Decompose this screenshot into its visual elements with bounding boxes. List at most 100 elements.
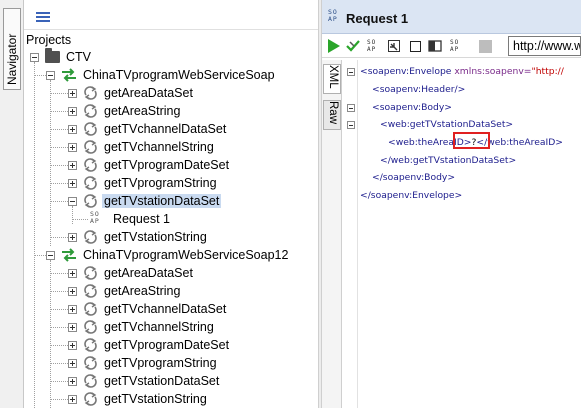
tree-operation-label: getAreaString	[104, 284, 181, 298]
expand-icon[interactable]	[68, 358, 77, 368]
add-assertion-button[interactable]	[346, 39, 360, 53]
xml-attr: xmlns:soapenv=	[451, 66, 532, 77]
tree-operation[interactable]: getTVstationString	[68, 228, 209, 246]
collapse-icon[interactable]	[68, 196, 77, 206]
tree-connector	[50, 309, 68, 310]
operation-cycle-icon	[83, 230, 98, 244]
tree-connector	[50, 399, 68, 400]
tree-operation[interactable]: getTVprogramDateSet	[68, 336, 231, 354]
request-toolbar: SO AP SO AP http://www.w	[322, 34, 581, 58]
tree-interface-label: ChinaTVprogramWebServiceSoap12	[83, 248, 289, 262]
operation-cycle-icon	[83, 122, 98, 136]
soap-settings-icon[interactable]: SO AP	[367, 39, 381, 53]
tree-operation[interactable]: getTVstationDataSet	[68, 372, 221, 390]
tree-connector	[50, 237, 68, 238]
tree-operation-label: getTVstationString	[104, 392, 207, 406]
expand-icon[interactable]	[68, 232, 77, 242]
editor-side-tabs: XML Raw	[322, 60, 342, 408]
xml-attr-value: "http://	[531, 66, 564, 77]
expand-icon[interactable]	[68, 268, 77, 278]
xml-line-operation-close: </web:getTVstationDataSet>	[380, 155, 516, 166]
run-request-button[interactable]	[328, 39, 340, 53]
expand-icon[interactable]	[68, 304, 77, 314]
expand-icon[interactable]	[68, 88, 77, 98]
xml-tag: </soapenv:Body>	[372, 172, 456, 183]
tree-operation-label: getTVstationDataSet	[104, 374, 220, 388]
tree-operation[interactable]: getTVprogramString	[68, 174, 219, 192]
tree-operation[interactable]: getTVchannelString	[68, 138, 216, 156]
tree-interface[interactable]: ChinaTVprogramWebServiceSoap12	[46, 246, 290, 264]
xml-tag: web:theAreaID>	[487, 137, 563, 148]
fold-toggle[interactable]	[347, 121, 355, 129]
tree-operation-label: getTVprogramString	[104, 356, 217, 370]
tree-operation[interactable]: getTVchannelDataSet	[68, 120, 228, 138]
list-icon[interactable]	[36, 12, 50, 23]
tree-operation[interactable]: getAreaString	[68, 102, 182, 120]
expand-icon[interactable]	[68, 106, 77, 116]
tree-connector	[50, 201, 68, 202]
tree-operation[interactable]: getTVchannelDataSet	[68, 300, 228, 318]
tree-operation-label: getAreaDataSet	[104, 86, 193, 100]
operation-cycle-icon	[83, 374, 98, 388]
split-view-button[interactable]	[428, 39, 442, 53]
tree-operation[interactable]: getTVprogramString	[68, 354, 219, 372]
tree-request[interactable]: SO AP Request 1	[90, 210, 172, 228]
tab-xml[interactable]: XML	[323, 64, 341, 94]
soap-request-icon: SO AP	[328, 8, 338, 23]
fold-toggle[interactable]	[347, 68, 355, 76]
expand-icon[interactable]	[68, 124, 77, 134]
tree-project-ctv[interactable]: CTV	[30, 48, 93, 66]
highlight-box	[453, 132, 490, 149]
endpoint-url-field[interactable]: http://www.w	[508, 36, 581, 56]
expand-icon[interactable]	[68, 322, 77, 332]
xml-tag: <soapenv:Header/>	[372, 84, 466, 95]
expand-icon[interactable]	[68, 142, 77, 152]
tree-operation[interactable]: getTVchannelString	[68, 318, 216, 336]
xml-editor[interactable]: <soapenv:Envelope xmlns:soapenv="http://…	[342, 60, 581, 408]
tree-connector	[50, 381, 68, 382]
expand-icon[interactable]	[68, 340, 77, 350]
operation-cycle-icon	[83, 356, 98, 370]
tree-operation[interactable]: getAreaString	[68, 282, 182, 300]
cancel-request-button[interactable]	[479, 40, 492, 53]
collapse-icon[interactable]	[30, 52, 39, 62]
collapse-icon[interactable]	[46, 250, 55, 260]
operation-cycle-icon	[83, 284, 98, 298]
expand-icon[interactable]	[68, 160, 77, 170]
tree-operation[interactable]: getAreaDataSet	[68, 264, 195, 282]
expand-icon[interactable]	[68, 394, 77, 404]
interface-arrows-icon	[61, 248, 77, 262]
ws-addressing-icon[interactable]: SO AP	[450, 39, 464, 53]
xml-tag: </web:getTVstationDataSet>	[380, 155, 517, 166]
tree-operation-label: getTVchannelDataSet	[104, 122, 227, 136]
request-editor: SO AP Request 1 SO AP SO AP http://www.w XM…	[322, 0, 581, 408]
recreate-request-button[interactable]	[410, 41, 421, 52]
expand-icon[interactable]	[68, 178, 77, 188]
navigator-strip: Navigator	[0, 0, 24, 408]
fold-toggle[interactable]	[347, 104, 355, 112]
xml-tag: <web:theAre	[388, 137, 449, 148]
tree-operation[interactable]: getTVstationString	[68, 390, 209, 408]
navigator-tab[interactable]: Navigator	[3, 8, 21, 90]
tree-connector	[72, 219, 88, 220]
operation-cycle-icon	[83, 194, 98, 208]
tree-operation-label: getTVchannelDataSet	[104, 302, 227, 316]
project-tree-panel: Projects CTV ChinaTVprogramWebServiceSoap…	[24, 0, 318, 408]
collapse-icon[interactable]	[46, 70, 55, 80]
tree-connector	[34, 62, 35, 408]
tree-connector	[50, 327, 68, 328]
tree-operation[interactable]: getTVstationDataSet	[68, 192, 222, 210]
tree-connector	[34, 75, 46, 76]
expand-icon[interactable]	[68, 286, 77, 296]
tree-connector	[50, 93, 68, 94]
operation-cycle-icon	[83, 104, 98, 118]
tab-raw[interactable]: Raw	[323, 100, 341, 130]
create-test-case-button[interactable]	[388, 40, 400, 52]
tree-operation[interactable]: getTVprogramDateSet	[68, 156, 231, 174]
tree-operation-label: getTVprogramDateSet	[104, 158, 230, 172]
tree-connector	[50, 111, 68, 112]
tree-interface[interactable]: ChinaTVprogramWebServiceSoap	[46, 66, 277, 84]
expand-icon[interactable]	[68, 376, 77, 386]
tree-operation-label: getAreaString	[104, 104, 181, 118]
tree-operation[interactable]: getAreaDataSet	[68, 84, 195, 102]
